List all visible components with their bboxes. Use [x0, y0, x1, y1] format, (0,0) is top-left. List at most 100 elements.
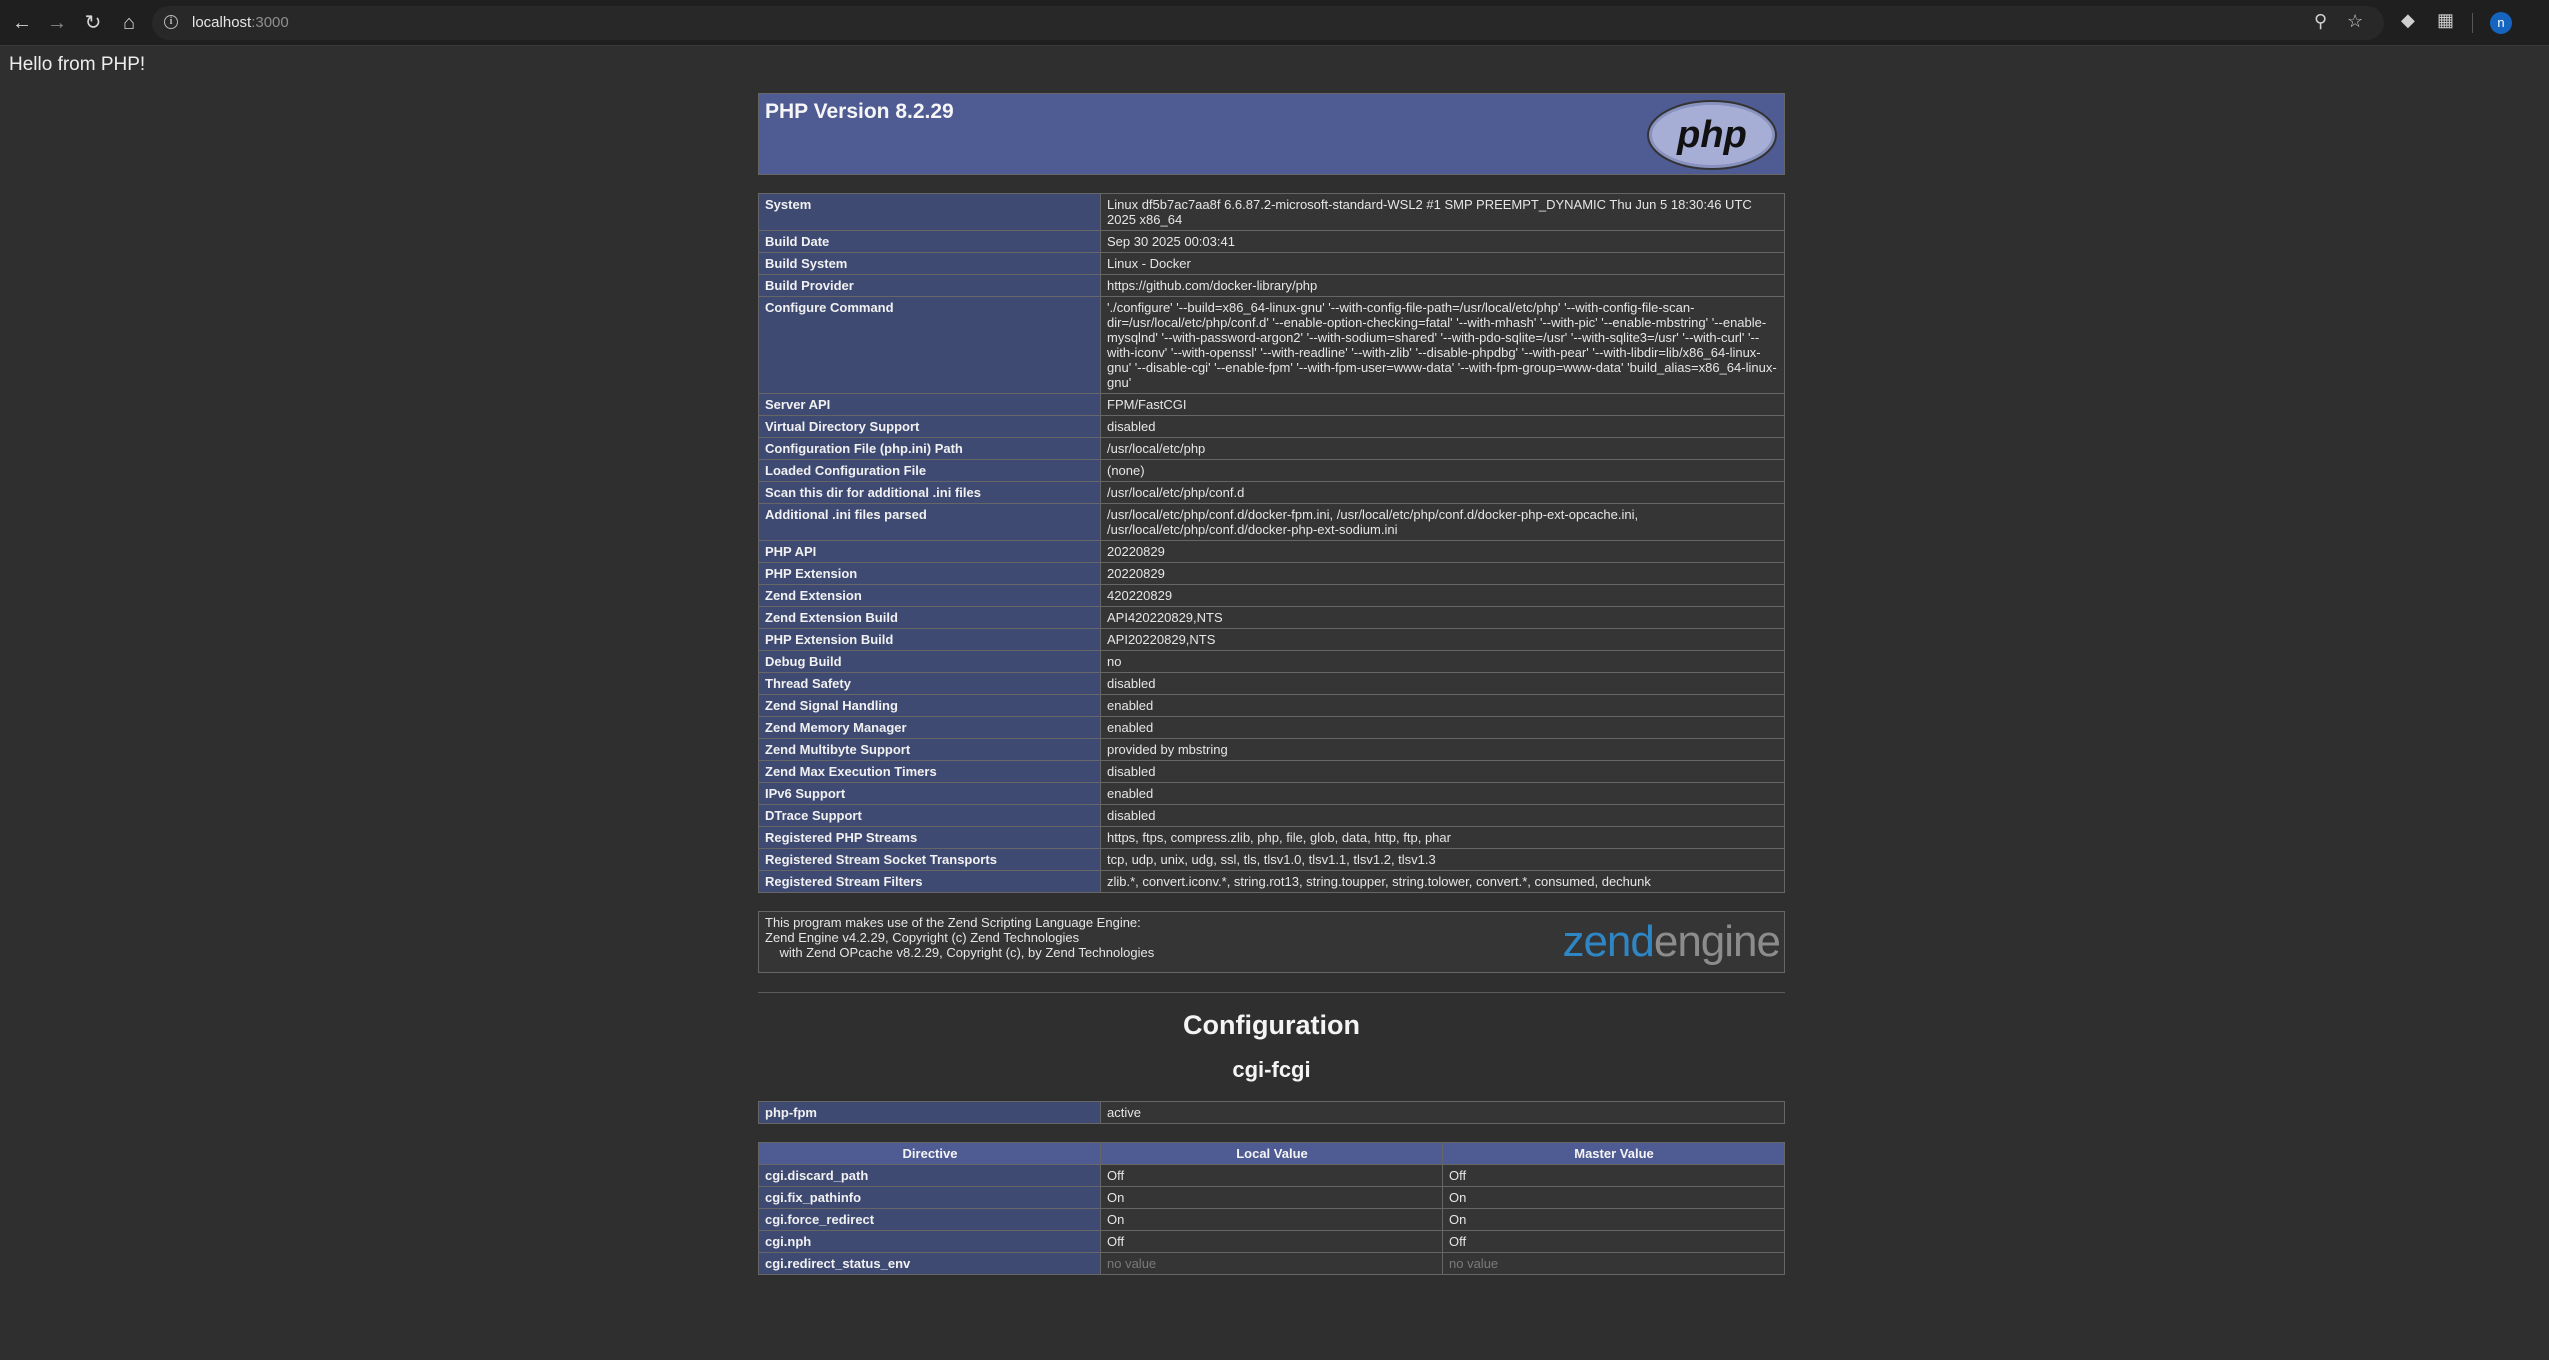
- info-value: (none): [1100, 459, 1785, 482]
- master-value: no value: [1442, 1252, 1785, 1275]
- info-key: PHP API: [758, 540, 1101, 563]
- bookmark-star-icon[interactable]: ☆: [2347, 11, 2363, 32]
- directive-name: cgi.redirect_status_env: [758, 1252, 1101, 1275]
- table-row: cgi.discard_path Off Off: [758, 1164, 1785, 1187]
- master-value: Off: [1442, 1230, 1785, 1253]
- local-value: On: [1100, 1186, 1443, 1209]
- table-row: Loaded Configuration File (none): [758, 459, 1785, 482]
- table-row: Zend Extension Build API420220829,NTS: [758, 606, 1785, 629]
- local-value: On: [1100, 1208, 1443, 1231]
- php-version-title: PHP Version 8.2.29: [765, 100, 954, 123]
- master-value: On: [1442, 1208, 1785, 1231]
- directive-table: Directive Local Value Master Value cgi.d…: [758, 1142, 1785, 1275]
- info-value: /usr/local/etc/php/conf.d: [1100, 481, 1785, 504]
- table-header-row: Directive Local Value Master Value: [758, 1142, 1785, 1165]
- info-value: FPM/FastCGI: [1100, 393, 1785, 416]
- table-row: Build Date Sep 30 2025 00:03:41: [758, 230, 1785, 253]
- module-heading: cgi-fcgi: [1232, 1057, 1311, 1082]
- info-key: Build Provider: [758, 274, 1101, 297]
- table-row: Build System Linux - Docker: [758, 252, 1785, 275]
- info-value: tcp, udp, unix, udg, ssl, tls, tlsv1.0, …: [1100, 848, 1785, 871]
- toolbar-divider: [2472, 13, 2473, 33]
- zend-engine-logo-icon[interactable]: zendengine: [1562, 918, 1781, 966]
- info-value: enabled: [1100, 694, 1785, 717]
- info-value: enabled: [1100, 782, 1785, 805]
- local-value: Off: [1100, 1164, 1443, 1187]
- info-key: Configuration File (php.ini) Path: [758, 437, 1101, 460]
- phpinfo-container: PHP Version 8.2.29 php System Linux df5b7…: [758, 93, 1785, 1275]
- info-key: Thread Safety: [758, 672, 1101, 695]
- site-info-icon[interactable]: i: [164, 15, 178, 29]
- table-row: Server API FPM/FastCGI: [758, 393, 1785, 416]
- info-value: Linux df5b7ac7aa8f 6.6.87.2-microsoft-st…: [1100, 193, 1785, 231]
- table-row: Zend Max Execution Timers disabled: [758, 760, 1785, 783]
- info-key: Registered Stream Socket Transports: [758, 848, 1101, 871]
- url-text: localhost:3000: [192, 14, 289, 31]
- table-row: Zend Extension 420220829: [758, 584, 1785, 607]
- directive-name: cgi.discard_path: [758, 1164, 1101, 1187]
- info-value: disabled: [1100, 415, 1785, 438]
- table-row: Debug Build no: [758, 650, 1785, 673]
- php-logo-icon[interactable]: php: [1646, 99, 1778, 171]
- table-row: cgi.force_redirect On On: [758, 1208, 1785, 1231]
- info-value: disabled: [1100, 804, 1785, 827]
- info-value: disabled: [1100, 760, 1785, 783]
- table-row: Thread Safety disabled: [758, 672, 1785, 695]
- info-key: Zend Extension Build: [758, 606, 1101, 629]
- info-key: PHP Extension: [758, 562, 1101, 585]
- zoom-icon[interactable]: ⚲: [2314, 11, 2327, 32]
- hello-text: Hello from PHP!: [9, 54, 146, 75]
- table-row: System Linux df5b7ac7aa8f 6.6.87.2-micros…: [758, 193, 1785, 231]
- info-value: './configure' '--build=x86_64-linux-gnu'…: [1100, 296, 1785, 394]
- php-logo-text: php: [1676, 114, 1747, 156]
- table-row: Registered Stream Socket Transports tcp, …: [758, 848, 1785, 871]
- info-key: Virtual Directory Support: [758, 415, 1101, 438]
- address-bar[interactable]: i localhost:3000 ⚲ ☆: [152, 6, 2384, 40]
- status-key: php-fpm: [758, 1101, 1101, 1124]
- info-value: /usr/local/etc/php: [1100, 437, 1785, 460]
- table-row: Zend Multibyte Support provided by mbstri…: [758, 738, 1785, 761]
- table-row: Build Provider https://github.com/docker-…: [758, 274, 1785, 297]
- profile-avatar[interactable]: n: [2490, 12, 2512, 34]
- version-header: PHP Version 8.2.29 php: [758, 93, 1785, 175]
- info-value: /usr/local/etc/php/conf.d/docker-fpm.ini…: [1100, 503, 1785, 541]
- info-key: Zend Extension: [758, 584, 1101, 607]
- table-row: Scan this dir for additional .ini files /…: [758, 481, 1785, 504]
- table-row: IPv6 Support enabled: [758, 782, 1785, 805]
- zend-credits: This program makes use of the Zend Scrip…: [765, 915, 1155, 960]
- master-value: On: [1442, 1186, 1785, 1209]
- info-key: PHP Extension Build: [758, 628, 1101, 651]
- info-key: Server API: [758, 393, 1101, 416]
- info-value: 420220829: [1100, 584, 1785, 607]
- back-icon[interactable]: ←: [7, 8, 37, 38]
- info-key: Scan this dir for additional .ini files: [758, 481, 1101, 504]
- directive-name: cgi.nph: [758, 1230, 1101, 1253]
- table-row: cgi.redirect_status_env no value no value: [758, 1252, 1785, 1275]
- extensions-puzzle-icon[interactable]: ▦: [2437, 10, 2454, 31]
- system-info-table: System Linux df5b7ac7aa8f 6.6.87.2-micros…: [758, 193, 1785, 893]
- browser-toolbar: ← → ↻ ⌂ i localhost:3000 ⚲ ☆ ◆ ▦ n: [0, 0, 2549, 46]
- info-value: API20220829,NTS: [1100, 628, 1785, 651]
- info-value: disabled: [1100, 672, 1785, 695]
- forward-icon[interactable]: →: [42, 8, 72, 38]
- table-row: Registered Stream Filters zlib.*, convert…: [758, 870, 1785, 893]
- info-value: Linux - Docker: [1100, 252, 1785, 275]
- extension-icon-colored[interactable]: ◆: [2401, 10, 2415, 31]
- home-icon[interactable]: ⌂: [114, 8, 144, 38]
- reload-icon[interactable]: ↻: [78, 8, 108, 38]
- info-value: provided by mbstring: [1100, 738, 1785, 761]
- info-key: Configure Command: [758, 296, 1101, 394]
- info-key: Zend Multibyte Support: [758, 738, 1101, 761]
- local-value: no value: [1100, 1252, 1443, 1275]
- column-header-directive: Directive: [758, 1142, 1101, 1165]
- table-row: php-fpm active: [758, 1101, 1785, 1124]
- info-key: Registered Stream Filters: [758, 870, 1101, 893]
- table-row: Zend Signal Handling enabled: [758, 694, 1785, 717]
- local-value: Off: [1100, 1230, 1443, 1253]
- info-value: https, ftps, compress.zlib, php, file, g…: [1100, 826, 1785, 849]
- module-status-table: php-fpm active: [758, 1101, 1785, 1124]
- table-row: PHP Extension 20220829: [758, 562, 1785, 585]
- status-value: active: [1100, 1101, 1785, 1124]
- info-value: 20220829: [1100, 562, 1785, 585]
- info-key: Build System: [758, 252, 1101, 275]
